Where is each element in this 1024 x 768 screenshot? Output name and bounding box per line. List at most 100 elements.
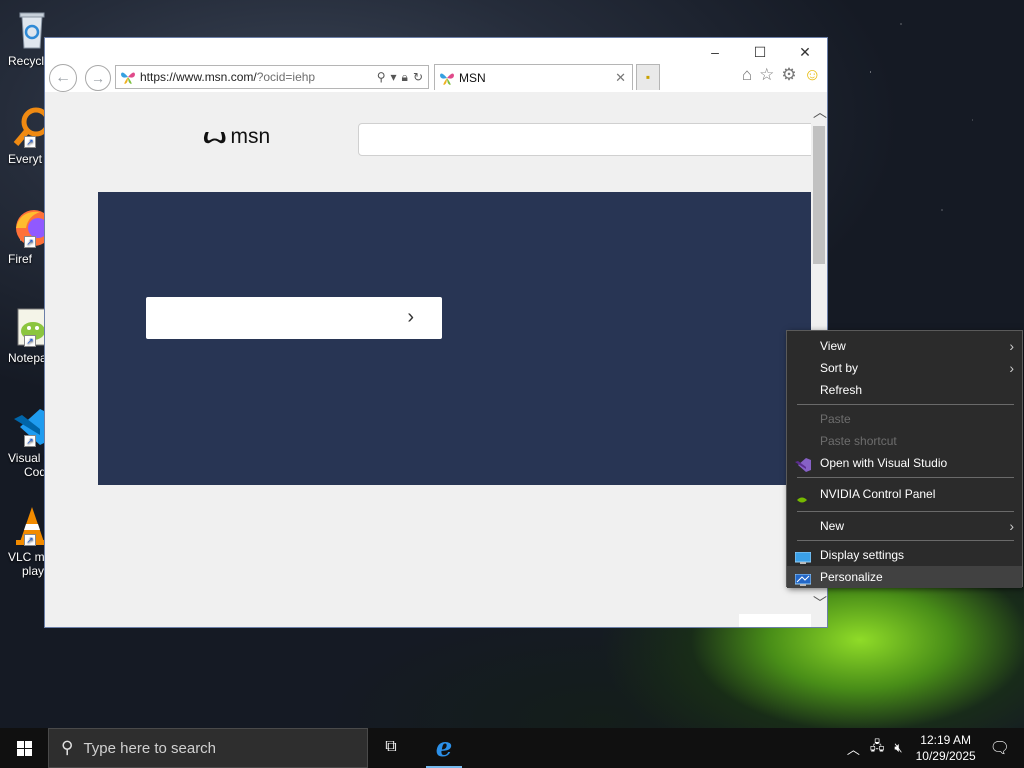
shortcut-arrow-icon: ↗: [24, 435, 36, 447]
new-tab-button[interactable]: ▪: [636, 64, 660, 90]
desktop-icon-label: Visual S: [8, 451, 50, 465]
minimize-button[interactable]: –: [703, 44, 727, 62]
clock-date: 10/29/2025: [915, 749, 976, 763]
forward-button[interactable]: →: [85, 65, 111, 91]
address-bar[interactable]: https://www.msn.com/?ocid=iehp ⚲ ▾ 🔒︎ ↻: [115, 65, 429, 89]
desktop-icon-label: VLC m: [8, 550, 45, 564]
menu-item-paste: Paste: [787, 408, 1022, 430]
menu-separator: [797, 404, 1014, 405]
windows-logo-icon: [16, 740, 32, 756]
shortcut-arrow-icon: ↗: [24, 236, 36, 248]
menu-item-paste-shortcut: Paste shortcut: [787, 430, 1022, 452]
menu-item-label: Display settings: [820, 548, 905, 562]
submenu-arrow-icon: ›: [1009, 360, 1014, 376]
taskbar-internet-explorer[interactable]: e: [424, 728, 464, 768]
home-icon[interactable]: ⌂: [742, 65, 752, 85]
start-button[interactable]: [0, 728, 48, 768]
menu-item-label: Personalize: [820, 570, 883, 584]
forward-arrow-icon: →: [91, 70, 105, 86]
taskbar: ⚲ Type here to search ⧉ e ︿ 🖧︎ 🔇︎ 12:19 …: [0, 728, 1024, 768]
action-center-icon[interactable]: 🗨︎: [990, 738, 1010, 758]
favorites-star-icon[interactable]: ☆: [759, 65, 774, 85]
tab-msn[interactable]: MSN ✕: [434, 64, 633, 90]
hero-banner: ›: [98, 192, 811, 485]
desktop-icon-label: Firef: [8, 252, 32, 266]
clock[interactable]: 12:19 AM 10/29/2025: [916, 732, 976, 764]
desktop-icon-label-line2: Cod: [24, 465, 47, 479]
msn-page: ꙍ msn ›: [45, 92, 811, 627]
desktop-icon-label: Recycl: [8, 54, 45, 68]
menu-item-label: NVIDIA Control Panel: [820, 487, 936, 501]
search-icon: ⚲: [61, 738, 74, 757]
msn-logo[interactable]: ꙍ msn: [203, 124, 270, 149]
menu-item-sort-by[interactable]: Sort by ›: [787, 357, 1022, 379]
msn-logo-text: msn: [230, 124, 271, 148]
close-window-button[interactable]: ✕: [793, 44, 817, 62]
visual-studio-icon: [795, 457, 811, 472]
search-icon[interactable]: ⚲: [377, 70, 386, 84]
taskbar-search-placeholder: Type here to search: [83, 739, 217, 757]
ie-browser-window: – ☐ ✕ ← → https://www.msn.com/?ocid=iehp…: [44, 37, 828, 628]
menu-item-personalize[interactable]: Personalize: [787, 566, 1022, 588]
desktop-context-menu: View › Sort by › Refresh Paste Paste sho…: [786, 330, 1023, 588]
scroll-down-icon[interactable]: ﹀: [813, 593, 827, 613]
shortcut-arrow-icon: ↗: [24, 335, 36, 347]
task-view-button[interactable]: ⧉: [380, 738, 402, 758]
browser-tools: ⌂ ☆ ⚙ ☺: [742, 65, 821, 85]
menu-item-label: New: [820, 519, 845, 533]
tab-title: MSN: [459, 70, 486, 85]
settings-gear-icon[interactable]: ⚙: [781, 65, 796, 85]
menu-item-nvidia-control-panel[interactable]: NVIDIA Control Panel: [787, 481, 1022, 508]
feedback-smiley-icon[interactable]: ☺: [804, 65, 821, 85]
page-footer-strip: [739, 614, 811, 627]
menu-item-open-with-visual-studio[interactable]: Open with Visual Studio: [787, 452, 1022, 474]
url-host: https://www.msn.com/: [140, 70, 257, 84]
url-text: https://www.msn.com/?ocid=iehp: [140, 70, 377, 84]
task-view-icon: ⧉: [385, 738, 397, 755]
refresh-icon[interactable]: ↻: [413, 70, 423, 84]
menu-item-label: Refresh: [820, 383, 863, 397]
display-icon: [794, 549, 812, 564]
lock-icon[interactable]: 🔒︎: [402, 70, 408, 85]
scroll-up-icon[interactable]: ︿: [813, 102, 827, 122]
scroll-thumb[interactable]: [813, 126, 825, 264]
maximize-button[interactable]: ☐: [748, 44, 772, 62]
dropdown-arrow-icon[interactable]: ▾: [391, 70, 397, 84]
chevron-up-icon[interactable]: ︿: [847, 739, 860, 758]
submenu-arrow-icon: ›: [1009, 518, 1014, 534]
menu-item-label: Open with Visual Studio: [820, 456, 948, 470]
menu-item-label: View: [820, 339, 846, 353]
network-icon[interactable]: 🖧︎: [870, 737, 885, 759]
desktop-icon-label: Notepa: [8, 351, 47, 365]
back-arrow-icon: ←: [55, 69, 71, 86]
menu-item-label: Sort by: [820, 361, 859, 375]
hero-action-button[interactable]: ›: [146, 297, 442, 339]
new-tab-icon: ▪: [645, 70, 651, 84]
submenu-arrow-icon: ›: [1009, 338, 1014, 354]
browser-chrome: – ☐ ✕ ← → https://www.msn.com/?ocid=iehp…: [45, 38, 827, 92]
shortcut-arrow-icon: ↗: [24, 534, 36, 546]
menu-item-refresh[interactable]: Refresh: [787, 379, 1022, 401]
msn-butterfly-icon: ꙍ: [203, 126, 227, 148]
volume-muted-icon[interactable]: 🔇︎: [894, 740, 902, 756]
desktop-icon-label-line2: play: [22, 564, 45, 578]
clock-time: 12:19 AM: [920, 733, 971, 747]
menu-separator: [797, 511, 1014, 512]
menu-item-new[interactable]: New ›: [787, 515, 1022, 537]
menu-item-label: Paste shortcut: [820, 434, 897, 448]
menu-separator: [797, 477, 1014, 478]
taskbar-search-box[interactable]: ⚲ Type here to search: [48, 728, 368, 768]
menu-item-display-settings[interactable]: Display settings: [787, 544, 1022, 566]
personalize-icon: [794, 571, 812, 586]
close-tab-icon[interactable]: ✕: [615, 70, 626, 86]
internet-explorer-icon: e: [435, 733, 453, 763]
desktop-icon-label: Everyt: [8, 152, 43, 166]
back-button[interactable]: ←: [49, 64, 77, 92]
system-tray: ︿ 🖧︎ 🔇︎ 12:19 AM 10/29/2025 🗨︎: [842, 728, 1024, 768]
url-path: ?ocid=iehp: [256, 70, 316, 84]
menu-item-view[interactable]: View ›: [787, 335, 1022, 357]
menu-item-label: Paste: [820, 412, 851, 426]
msn-search-input[interactable]: [358, 123, 811, 156]
nvidia-icon: [795, 488, 811, 505]
shortcut-arrow-icon: ↗: [24, 136, 36, 148]
